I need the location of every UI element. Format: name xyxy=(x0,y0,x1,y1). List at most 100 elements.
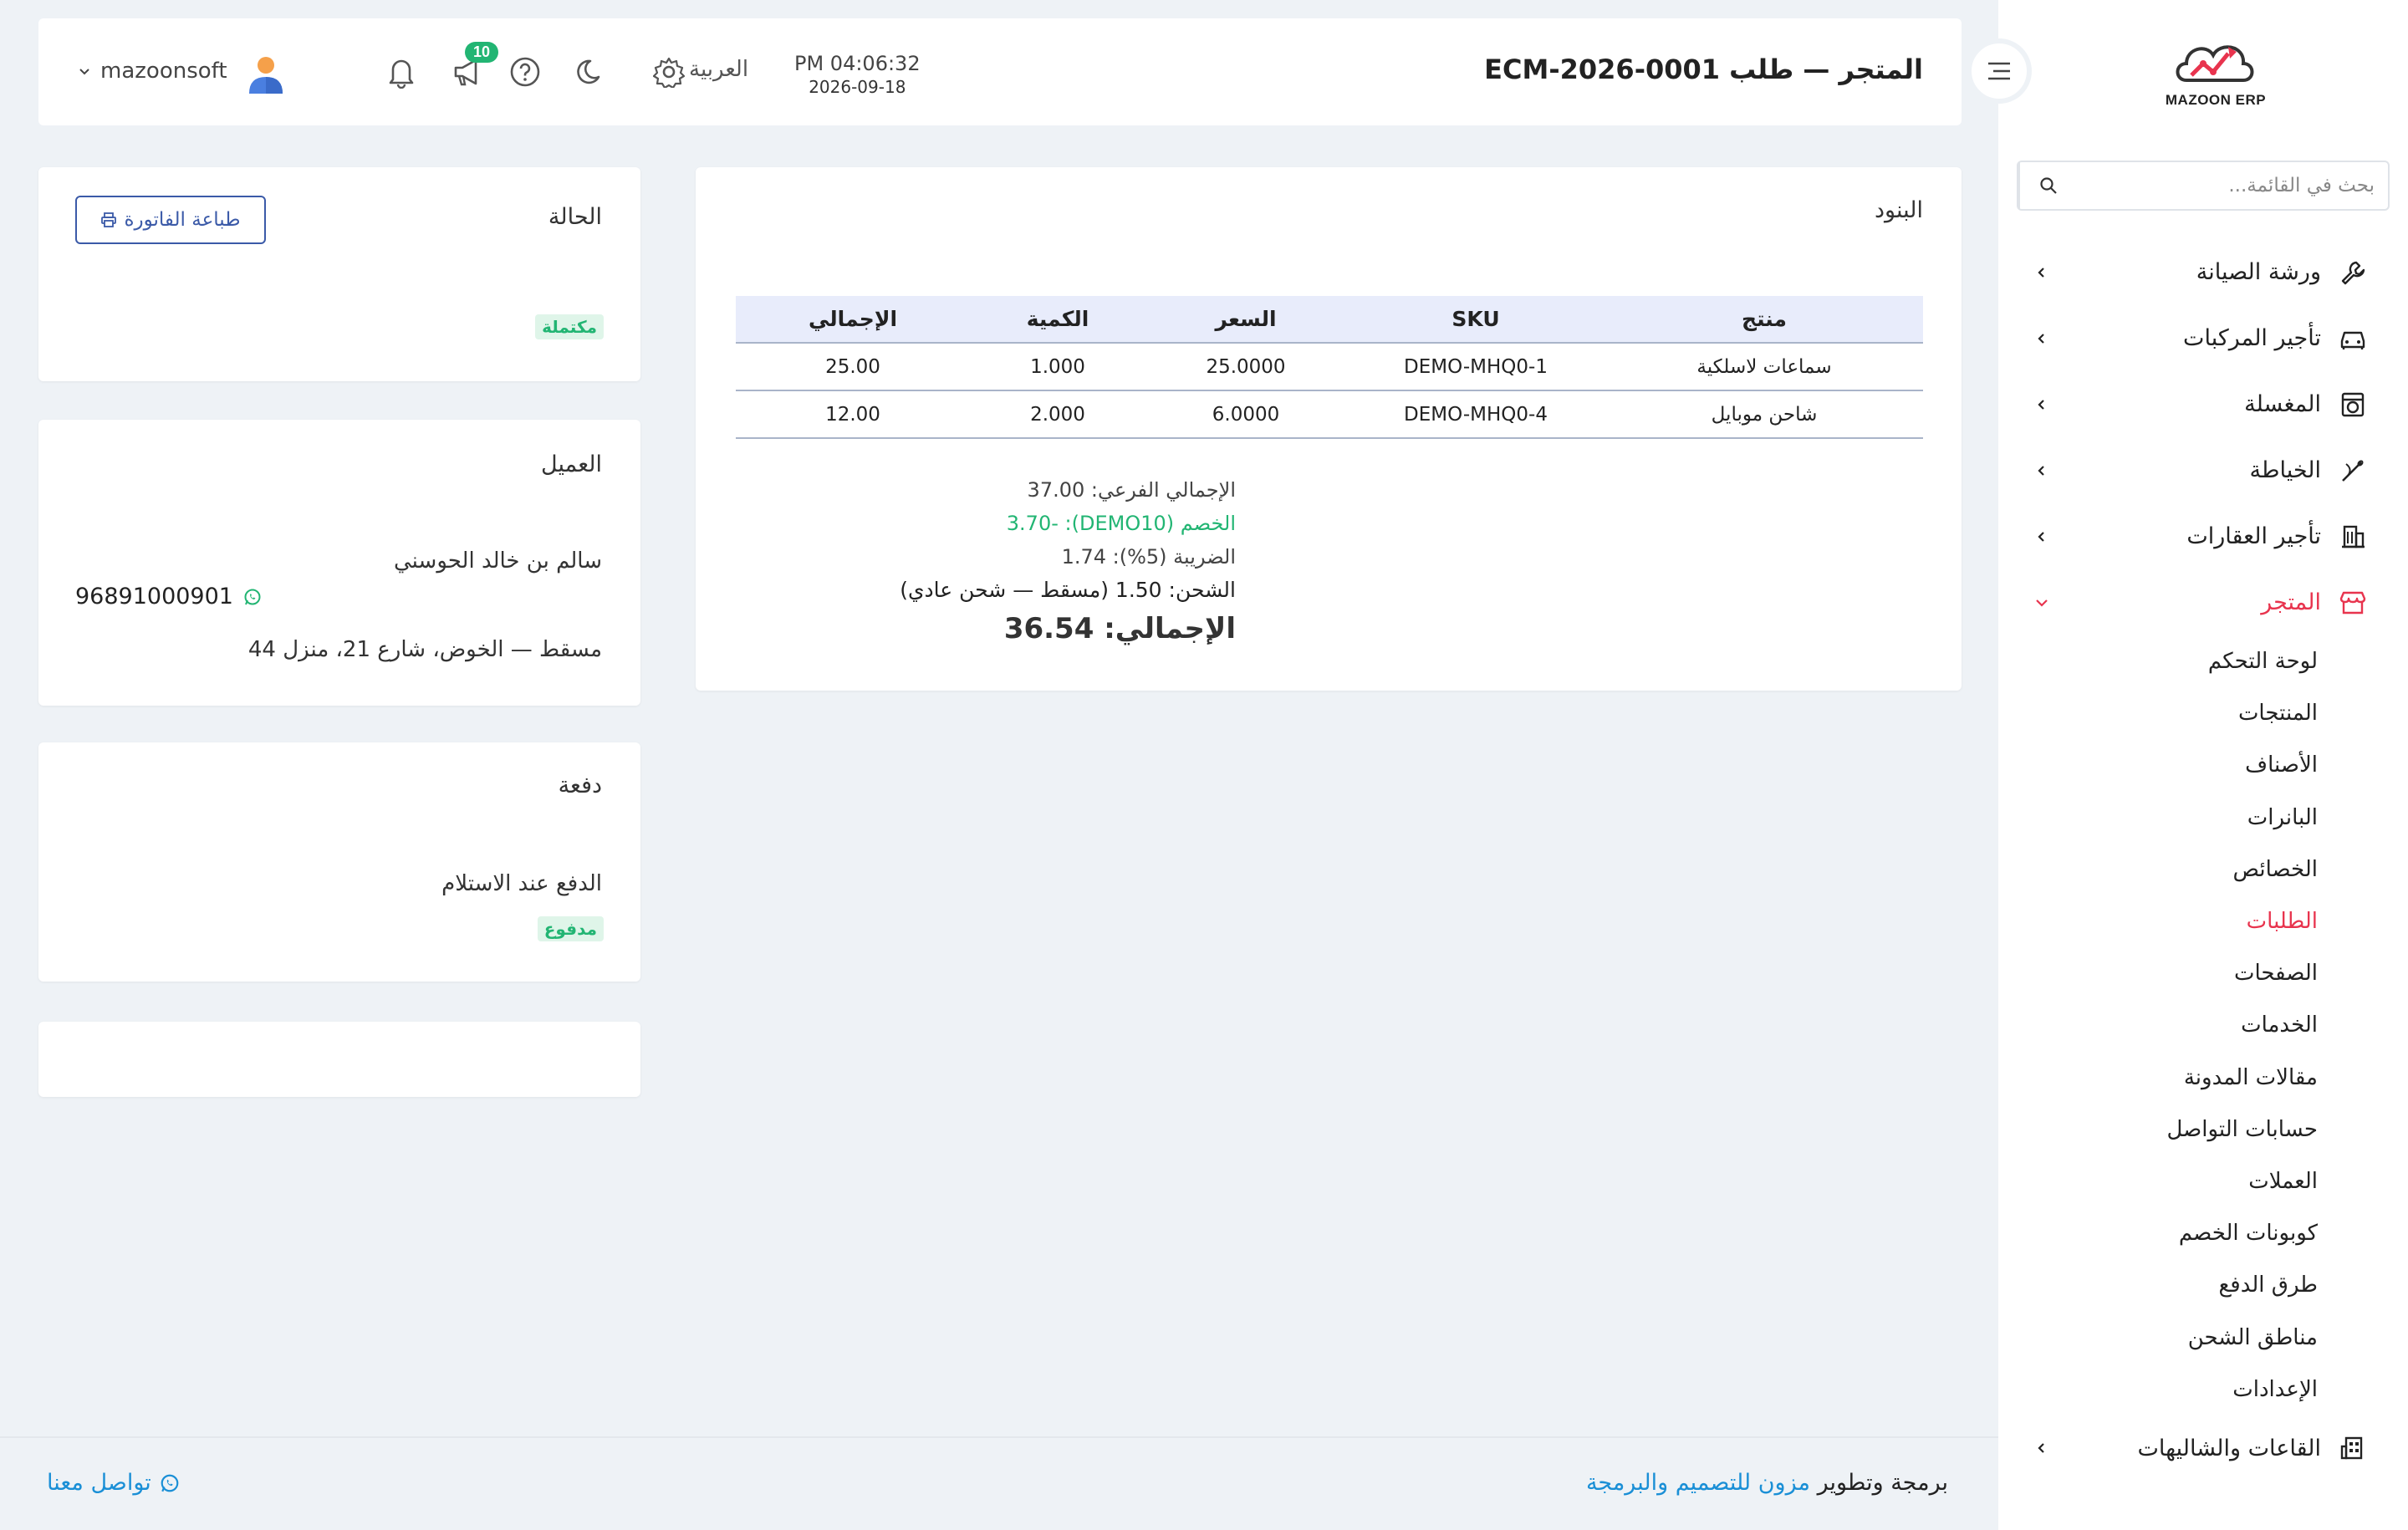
empty-card xyxy=(38,1022,640,1097)
cell-price: 6.0000 xyxy=(1145,390,1346,439)
credit-prefix: برمجة وتطوير xyxy=(1817,1470,1948,1496)
print-button-label: طباعة الفاتورة xyxy=(124,209,241,231)
shipping-line: الشحن: 1.50 (مسقط — شحن عادي) xyxy=(900,578,1236,602)
customer-address: مسقط — الخوض، شارع 21، منزل 44 xyxy=(247,637,602,662)
sidebar-item-real-estate[interactable]: تأجير العقارات xyxy=(1998,503,2408,569)
cell-price: 25.0000 xyxy=(1145,343,1346,391)
payment-card: دفعة الدفع عند الاستلام مدفوع xyxy=(38,742,640,982)
sidebar-item-car-rental[interactable]: تأجير المركبات xyxy=(1998,305,2408,371)
sidebar-search xyxy=(2017,161,2390,211)
order-totals: الإجمالي الفرعي: 37.00 الخصم (DEMO10): -… xyxy=(734,473,1236,645)
sidebar-item-halls[interactable]: القاعات والشاليهات xyxy=(1998,1415,2408,1482)
cell-sku: DEMO-MHQ0-4 xyxy=(1346,390,1605,439)
status-badge: مكتملة xyxy=(535,314,604,339)
submenu-item-products[interactable]: المنتجات xyxy=(1998,687,2318,739)
language-switcher[interactable]: العربية xyxy=(689,57,748,82)
logo-icon xyxy=(2176,45,2254,82)
wrench-icon xyxy=(2338,258,2368,288)
status-card: الحالة طباعة الفاتورة مكتملة xyxy=(38,167,640,381)
column-header-price: السعر xyxy=(1145,296,1346,344)
submenu-item-coupons[interactable]: كوبونات الخصم xyxy=(1998,1207,2318,1259)
sidebar-item-label: المغسلة xyxy=(2244,391,2321,417)
top-header: المتجر — طلب ECM-2026-0001 PM 04:06:32 2… xyxy=(38,18,1962,125)
column-header-total: الإجمالي xyxy=(736,296,970,344)
submenu-item-services[interactable]: الخدمات xyxy=(1998,999,2318,1051)
sidebar: MAZOON ERP ورشة الصيانة تأجير المركبات xyxy=(1998,0,2408,1530)
building-icon xyxy=(2338,522,2368,552)
chevron-left-icon xyxy=(2032,461,2052,481)
whatsapp-icon xyxy=(244,589,261,604)
cell-total: 25.00 xyxy=(736,343,970,391)
submenu-item-currencies[interactable]: العملات xyxy=(1998,1155,2318,1207)
user-menu[interactable]: mazoonsoft xyxy=(79,59,227,84)
column-header-quantity: الكمية xyxy=(970,296,1145,344)
logo[interactable]: MAZOON ERP xyxy=(2140,33,2291,117)
chevron-left-icon xyxy=(2032,263,2052,283)
payment-method: الدفع عند الاستلام xyxy=(441,871,602,896)
submenu-item-blog-posts[interactable]: مقالات المدونة xyxy=(1998,1052,2318,1104)
help-icon[interactable] xyxy=(505,52,545,92)
sidebar-item-laundry[interactable]: المغسلة xyxy=(1998,371,2408,437)
cell-product: سماعات لاسلكية xyxy=(1605,343,1923,391)
contact-us-link[interactable]: تواصل معنا xyxy=(47,1470,180,1496)
needle-icon xyxy=(2338,456,2368,486)
order-items-card: البنود منتج SKU السعر الكمية الإجمالي سم… xyxy=(696,167,1962,691)
avatar[interactable] xyxy=(244,52,288,95)
megaphone-icon[interactable]: 10 xyxy=(446,42,499,92)
payment-status-badge: مدفوع xyxy=(537,916,604,941)
submenu-item-settings[interactable]: الإعدادات xyxy=(1998,1364,2318,1415)
table-row: سماعات لاسلكية DEMO-MHQ0-1 25.0000 1.000… xyxy=(736,343,1923,391)
clock-time: PM 04:06:32 xyxy=(794,52,921,75)
submenu-item-social-accounts[interactable]: حسابات التواصل xyxy=(1998,1104,2318,1155)
sidebar-search-input[interactable] xyxy=(2077,162,2388,209)
submenu-item-shipping-zones[interactable]: مناطق الشحن xyxy=(1998,1311,2318,1363)
customer-name: سالم بن خالد الحوسني xyxy=(394,548,602,574)
cell-product: شاحن موبايل xyxy=(1605,390,1923,439)
logo-text: MAZOON ERP xyxy=(2165,92,2267,108)
search-icon[interactable] xyxy=(2018,162,2077,209)
store-submenu: لوحة التحكم المنتجات الأصناف البانرات ال… xyxy=(1998,635,2408,1415)
bell-icon[interactable] xyxy=(381,52,421,92)
gear-icon[interactable] xyxy=(649,52,689,92)
cell-quantity: 2.000 xyxy=(970,390,1145,439)
cell-total: 12.00 xyxy=(736,390,970,439)
print-invoice-button[interactable]: طباعة الفاتورة xyxy=(75,196,266,244)
customer-phone[interactable]: 96891000901 xyxy=(75,584,262,609)
column-header-sku: SKU xyxy=(1346,296,1605,344)
customer-card-title: العميل xyxy=(541,451,602,477)
printer-icon xyxy=(101,212,117,227)
tax-line: الضريبة (5%): 1.74 xyxy=(1061,545,1236,569)
items-table: منتج SKU السعر الكمية الإجمالي سماعات لا… xyxy=(736,296,1923,439)
sidebar-item-label: ورشة الصيانة xyxy=(2196,259,2321,285)
sidebar-item-store[interactable]: المتجر xyxy=(1998,569,2408,635)
table-header-row: منتج SKU السعر الكمية الإجمالي xyxy=(736,296,1923,344)
notification-count-badge: 10 xyxy=(465,42,499,63)
submenu-item-dashboard[interactable]: لوحة التحكم xyxy=(1998,635,2318,687)
submenu-item-categories[interactable]: الأصناف xyxy=(1998,739,2318,791)
chevron-left-icon xyxy=(2032,395,2052,415)
contact-us-label: تواصل معنا xyxy=(47,1470,151,1496)
submenu-item-attributes[interactable]: الخصائص xyxy=(1998,844,2319,895)
chevron-left-icon xyxy=(2032,527,2052,547)
sidebar-menu: ورشة الصيانة تأجير المركبات المغسلة الخي… xyxy=(1998,239,2408,1482)
moon-icon[interactable] xyxy=(572,52,612,92)
chevron-down-icon xyxy=(2032,593,2052,613)
sidebar-toggle-button[interactable] xyxy=(1967,38,2032,104)
chevron-left-icon xyxy=(2032,329,2052,349)
sidebar-item-tailoring[interactable]: الخياطة xyxy=(1998,437,2408,503)
username: mazoonsoft xyxy=(100,59,227,84)
sidebar-item-label: تأجير العقارات xyxy=(2186,523,2321,549)
whatsapp-icon xyxy=(161,1474,179,1492)
submenu-item-payment-methods[interactable]: طرق الدفع xyxy=(1998,1259,2318,1311)
chevron-down-icon xyxy=(79,59,90,84)
submenu-item-pages[interactable]: الصفحات xyxy=(1998,947,2318,999)
footer: برمجة وتطوير مزون للتصميم والبرمجة تواصل… xyxy=(0,1436,1998,1530)
phone-number: 96891000901 xyxy=(75,584,233,609)
submenu-item-orders[interactable]: الطلبات xyxy=(1998,895,2318,947)
sidebar-item-label: تأجير المركبات xyxy=(2183,325,2321,351)
credit-link[interactable]: مزون للتصميم والبرمجة xyxy=(1586,1470,1810,1496)
sidebar-item-maintenance[interactable]: ورشة الصيانة xyxy=(1998,239,2408,305)
submenu-item-banners[interactable]: البانرات xyxy=(1998,792,2318,844)
items-card-title: البنود xyxy=(1875,197,1923,223)
store-icon xyxy=(2338,588,2368,618)
